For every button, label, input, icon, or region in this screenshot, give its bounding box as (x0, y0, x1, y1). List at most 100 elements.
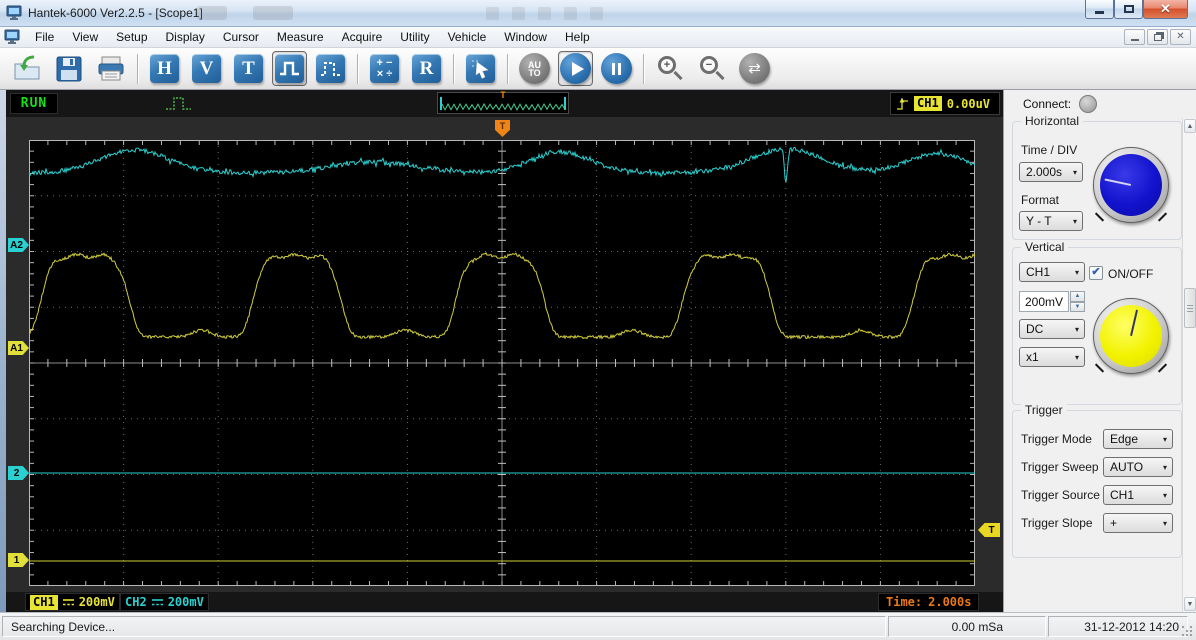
chevron-down-icon: ▾ (1162, 434, 1167, 444)
zoom-out-button[interactable]: − (694, 50, 731, 87)
ref-wave-button[interactable]: R (408, 50, 445, 87)
control-panel: Connect: Horizontal Time / DIV 2.000s ▾ … (1003, 90, 1196, 612)
status-message: Searching Device... (2, 616, 886, 637)
trigger-group-title: Trigger (1021, 403, 1067, 417)
horizontal-knob[interactable] (1093, 147, 1169, 223)
menu-display[interactable]: Display (157, 28, 214, 46)
menu-window[interactable]: Window (495, 28, 556, 46)
trigger-level-marker[interactable]: T (978, 523, 1000, 537)
scope-top-strip: RUN T CH1 0.00uV (6, 90, 1003, 117)
probe-select[interactable]: x1 ▾ (1019, 347, 1085, 367)
coupling-select[interactable]: DC ▾ (1019, 319, 1085, 339)
menu-measure[interactable]: Measure (268, 28, 333, 46)
trigger-slope-select[interactable]: + ▾ (1103, 513, 1173, 533)
ch1-position-marker[interactable]: A1 (8, 341, 29, 355)
trigger-level-value: 0.00uV (946, 96, 991, 111)
channel-onoff-checkbox[interactable]: ✔ (1089, 266, 1103, 280)
auto-set-button[interactable]: AU TO (516, 50, 553, 87)
vertical-system-button[interactable]: V (188, 50, 225, 87)
ch2-scale: 200mV (167, 595, 204, 609)
blurred-overlay (564, 7, 577, 20)
trigger-slope-label: Trigger Slope (1021, 516, 1093, 530)
selected-tool-frame (272, 51, 307, 86)
ch2-ground-marker[interactable]: 2 (8, 466, 29, 480)
maximize-button[interactable] (1114, 0, 1143, 19)
close-icon: ✕ (1160, 1, 1171, 16)
math-button[interactable]: + − × ÷ (366, 50, 403, 87)
open-button[interactable] (8, 50, 45, 87)
close-button[interactable]: ✕ (1143, 0, 1188, 19)
zoom-in-button[interactable]: + (652, 50, 689, 87)
blurred-overlay (538, 7, 551, 20)
statusbar: Searching Device... 0.00 mSa 31-12-2012 … (0, 612, 1196, 640)
spin-down-button[interactable]: ▼ (1070, 301, 1085, 312)
menu-file[interactable]: File (26, 28, 63, 46)
measure-pulse-button[interactable] (312, 50, 349, 87)
time-label: Time: (886, 595, 923, 609)
trigger-source-value: CH1 (1110, 488, 1135, 502)
trigger-position-bar[interactable]: T (437, 91, 569, 114)
swap-button[interactable]: ⇄ (736, 50, 773, 87)
format-value: Y - T (1026, 214, 1052, 228)
start-button[interactable] (559, 52, 592, 85)
mdi-minimize-button[interactable] (1124, 29, 1145, 45)
scroll-thumb[interactable] (1184, 288, 1196, 328)
horizontal-system-button[interactable]: H (146, 50, 183, 87)
channel-select[interactable]: CH1 ▾ (1019, 262, 1085, 282)
trigger-position-marker[interactable]: T (500, 91, 505, 101)
trigger-system-button[interactable]: T (230, 50, 267, 87)
scroll-up-button[interactable]: ▲ (1184, 119, 1196, 133)
trigger-group: Trigger Trigger Mode Edge ▾ Trigger Swee… (1012, 403, 1182, 558)
vertical-knob[interactable] (1093, 298, 1169, 374)
panel-scrollbar[interactable]: ▲ ▼ (1182, 118, 1196, 612)
trigger-sweep-select[interactable]: AUTO ▾ (1103, 457, 1173, 477)
maximize-icon (1123, 5, 1134, 13)
chevron-down-icon: ▾ (1072, 216, 1077, 226)
format-select[interactable]: Y - T ▾ (1019, 211, 1083, 231)
mdi-close-button[interactable]: ✕ (1170, 29, 1191, 45)
pulse-dashed-icon (316, 54, 345, 83)
menu-help[interactable]: Help (556, 28, 599, 46)
time-div-select[interactable]: 2.000s ▾ (1019, 162, 1083, 182)
menu-view[interactable]: View (63, 28, 107, 46)
coupling-value: DC (1026, 322, 1044, 336)
connect-row: Connect: (1023, 95, 1098, 113)
chevron-down-icon: ▾ (1072, 167, 1077, 177)
horizontal-group: Horizontal Time / DIV 2.000s ▾ Format Y … (1012, 114, 1182, 240)
chevron-down-icon: ▾ (1074, 352, 1079, 362)
menu-acquire[interactable]: Acquire (333, 28, 392, 46)
spin-up-button[interactable]: ▲ (1070, 291, 1085, 302)
pause-button[interactable] (598, 50, 635, 87)
scope-graticule-svg (29, 140, 975, 586)
mdi-restore-button[interactable] (1147, 29, 1168, 45)
menu-setup[interactable]: Setup (107, 28, 156, 46)
menu-vehicle[interactable]: Vehicle (439, 28, 496, 46)
app-icon (6, 5, 22, 20)
trigger-source-select[interactable]: CH1 ▾ (1103, 485, 1173, 505)
save-button[interactable] (50, 50, 87, 87)
ch1-ground-marker[interactable]: 1 (8, 553, 29, 567)
cursor-measure-button[interactable] (462, 50, 499, 87)
menu-cursor[interactable]: Cursor (214, 28, 268, 46)
volts-div-spinner[interactable]: 200mV ▲ ▼ (1019, 291, 1085, 312)
swap-arrows-icon: ⇄ (739, 53, 770, 84)
trigger-time-marker[interactable]: T (495, 120, 510, 137)
minimize-button[interactable] (1085, 0, 1114, 19)
chevron-down-icon: ▾ (1074, 324, 1079, 334)
horizontal-knob-cap (1100, 154, 1162, 216)
window-controls: ✕ (1085, 0, 1188, 19)
menu-utility[interactable]: Utility (391, 28, 438, 46)
print-button[interactable] (92, 50, 129, 87)
scroll-down-button[interactable]: ▼ (1184, 597, 1196, 611)
resize-grip[interactable] (1182, 626, 1184, 628)
ch2-position-marker[interactable]: A2 (8, 238, 29, 252)
waveform-mode-button[interactable] (273, 52, 306, 85)
trigger-mode-select[interactable]: Edge ▾ (1103, 429, 1173, 449)
pause-icon (601, 53, 632, 84)
volts-div-value[interactable]: 200mV (1019, 291, 1069, 312)
time-div-label: Time / DIV (1021, 143, 1078, 157)
zoom-in-icon: + (657, 55, 684, 82)
trigger-mode-label: Trigger Mode (1021, 432, 1092, 446)
window-edge (0, 90, 6, 612)
blurred-overlay (486, 7, 499, 20)
